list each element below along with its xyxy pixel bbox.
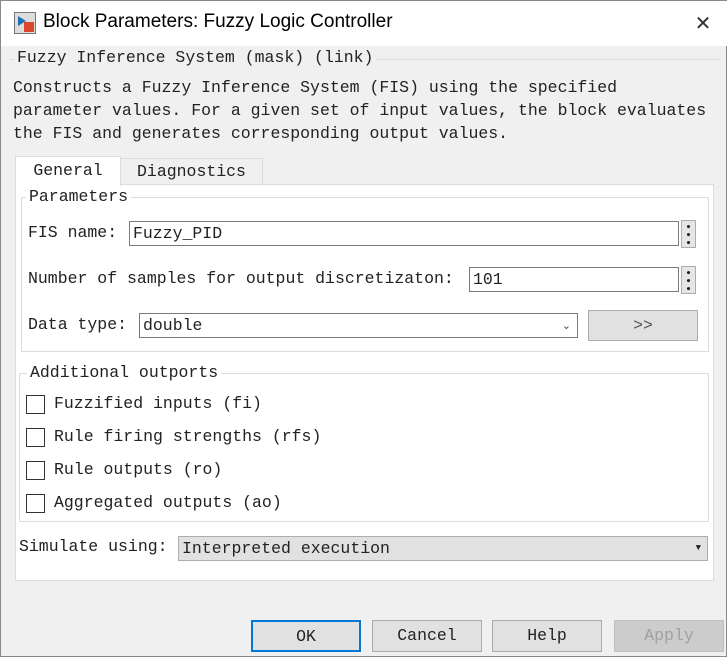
rule-outputs-label: Rule outputs (ro) xyxy=(54,460,223,479)
title-bar: Block Parameters: Fuzzy Logic Controller… xyxy=(1,1,727,46)
tab-diagnostics[interactable]: Diagnostics xyxy=(120,158,263,185)
aggregated-outputs-checkbox[interactable] xyxy=(26,494,45,513)
expand-button[interactable]: >> xyxy=(588,310,698,341)
rule-outputs-checkbox[interactable] xyxy=(26,461,45,480)
aggregated-outputs-label: Aggregated outputs (ao) xyxy=(54,493,282,512)
window-title: Block Parameters: Fuzzy Logic Controller xyxy=(43,11,393,32)
description-line: Constructs a Fuzzy Inference System (FIS… xyxy=(13,78,617,97)
cancel-button[interactable]: Cancel xyxy=(372,620,482,652)
data-type-select[interactable]: double ⌄ xyxy=(139,313,578,338)
dropdown-arrow-icon: ▼ xyxy=(695,543,701,553)
help-button[interactable]: Help xyxy=(492,620,602,652)
mask-header: Fuzzy Inference System (mask) (link) xyxy=(14,48,377,68)
fuzzified-inputs-checkbox[interactable] xyxy=(26,395,45,414)
rule-firing-strengths-label: Rule firing strengths (rfs) xyxy=(54,427,322,446)
tab-general[interactable]: General xyxy=(15,156,121,186)
close-icon[interactable]: ✕ xyxy=(691,11,715,35)
description-line: the FIS and generates corresponding outp… xyxy=(13,124,509,143)
dialog-window: Block Parameters: Fuzzy Logic Controller… xyxy=(0,0,727,657)
fis-name-input[interactable]: Fuzzy_PID xyxy=(129,221,679,246)
rule-firing-strengths-checkbox[interactable] xyxy=(26,428,45,447)
simulink-block-icon xyxy=(14,12,36,34)
fuzzified-inputs-label: Fuzzified inputs (fi) xyxy=(54,394,262,413)
ok-button[interactable]: OK xyxy=(251,620,361,652)
data-type-value: double xyxy=(143,316,203,335)
simulate-using-value: Interpreted execution xyxy=(182,539,390,558)
samples-label: Number of samples for output discretizat… xyxy=(28,269,454,288)
chevron-down-icon: ⌄ xyxy=(561,319,571,332)
fis-name-more-button[interactable]: • • • xyxy=(681,220,696,249)
simulate-using-label: Simulate using: xyxy=(19,537,168,556)
samples-more-button[interactable]: • • • xyxy=(681,266,696,295)
apply-button[interactable]: Apply xyxy=(614,620,724,652)
samples-input[interactable]: 101 xyxy=(469,267,679,292)
fis-name-label: FIS name: xyxy=(28,223,118,242)
description-line: parameter values. For a given set of inp… xyxy=(13,101,707,120)
additional-outports-label: Additional outports xyxy=(27,363,222,383)
parameters-group-label: Parameters xyxy=(26,187,132,207)
data-type-label: Data type: xyxy=(28,315,128,334)
simulate-using-select[interactable]: Interpreted execution ▼ xyxy=(178,536,708,561)
